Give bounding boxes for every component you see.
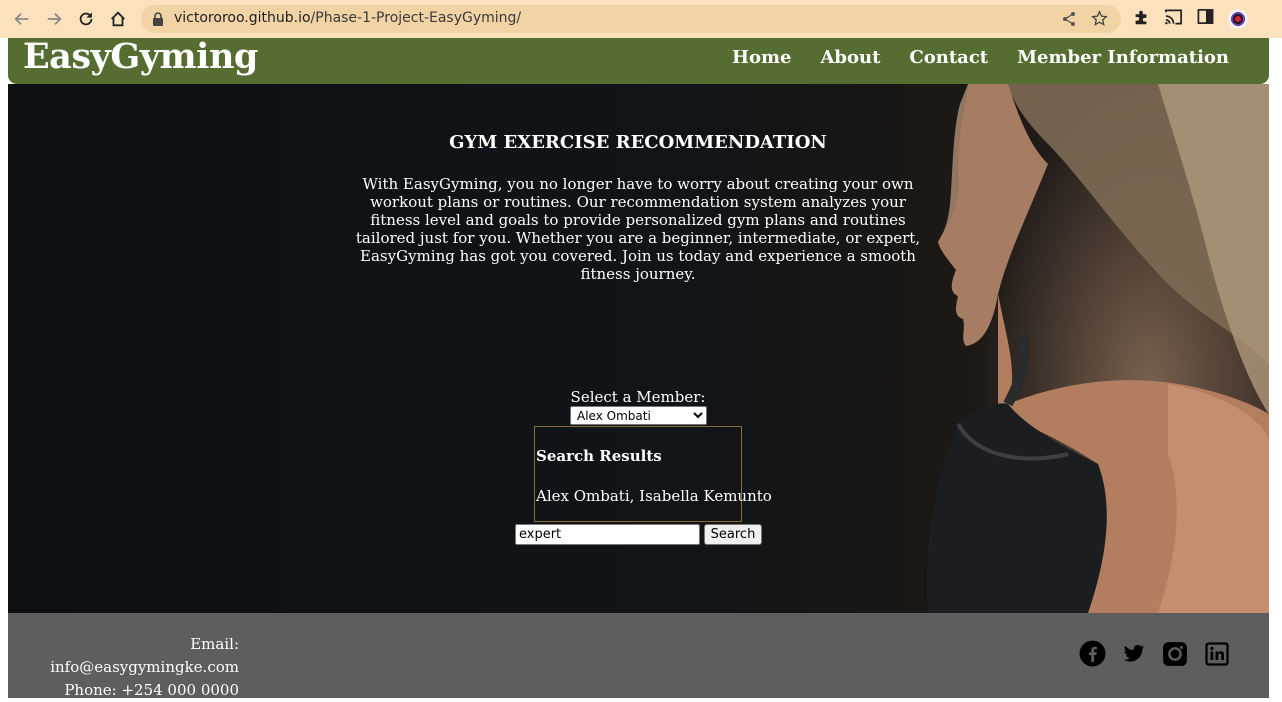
bookmark-star-icon[interactable] [1091,10,1108,27]
contact-phone: Phone: +254 000 0000 [64,681,239,699]
browser-toolbar: victororoo.github.io/Phase-1-Project-Eas… [0,0,1282,38]
search-button[interactable]: Search [704,524,762,545]
facebook-icon[interactable] [1079,640,1106,671]
member-select[interactable]: Alex Ombati [570,406,707,425]
contact-info: Email: info@easygymingke.com Phone: +254… [8,633,239,702]
search-results-heading: Search Results [536,447,662,465]
hero-section: GYM EXERCISE RECOMMENDATION With EasyGym… [8,84,1269,613]
search-input[interactable] [515,524,700,545]
hero-title: GYM EXERCISE RECOMMENDATION [449,132,827,153]
web-page: EasyGyming Home About Contact Member Inf… [0,36,1282,699]
url-text[interactable]: victororoo.github.io/Phase-1-Project-Eas… [174,10,521,26]
linkedin-icon[interactable] [1205,641,1229,670]
cast-icon[interactable] [1164,8,1183,26]
home-icon[interactable] [106,7,130,31]
main-nav: Home About Contact Member Information [732,47,1229,68]
profile-avatar[interactable] [1228,9,1248,29]
nav-home-link[interactable]: Home [732,47,792,68]
nav-contact-link[interactable]: Contact [909,47,988,68]
site-footer: Email: info@easygymingke.com Phone: +254… [8,613,1269,699]
member-select-label: Select a Member: [570,388,706,406]
address-bar[interactable]: victororoo.github.io/Phase-1-Project-Eas… [141,5,1121,33]
twitter-icon[interactable] [1123,644,1145,668]
search-results-names: Alex Ombati, Isabella Kemunto [536,487,772,505]
lock-icon[interactable] [151,11,165,27]
nav-member-information-link[interactable]: Member Information [1017,47,1229,68]
instagram-icon[interactable] [1162,641,1188,671]
hero-description: With EasyGyming, you no longer have to w… [355,175,921,283]
share-icon[interactable] [1061,11,1077,27]
social-links [1079,640,1229,671]
nav-about-link[interactable]: About [820,47,880,68]
reload-icon[interactable] [74,7,98,31]
back-icon[interactable] [10,7,34,31]
forward-icon[interactable] [42,7,66,31]
contact-email: Email: info@easygymingke.com [50,635,239,676]
site-logo[interactable]: EasyGyming [23,36,258,77]
site-header: EasyGyming Home About Contact Member Inf… [8,36,1269,84]
extensions-icon[interactable] [1132,8,1150,26]
side-panel-icon[interactable] [1197,8,1214,25]
search-results-box: Search Results Alex Ombati, Isabella Kem… [534,426,772,522]
